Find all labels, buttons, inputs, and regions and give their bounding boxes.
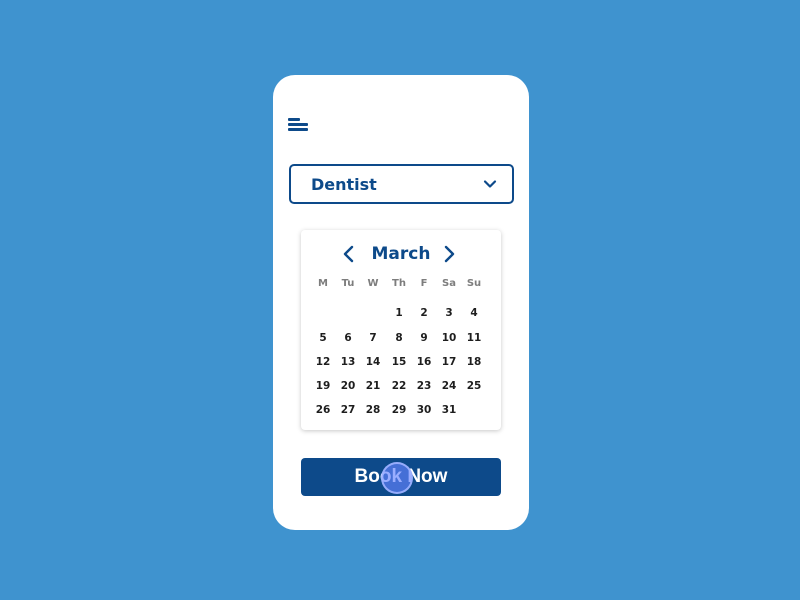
calendar-month: March xyxy=(371,244,431,264)
calendar-day[interactable]: 25 xyxy=(462,379,486,393)
calendar-day[interactable]: 24 xyxy=(437,379,461,393)
phone-frame: Dentist March M Tu W Th F Sa Su 1 2 3 4 5 6 7 8 9 10 11 12… xyxy=(273,75,529,530)
calendar-day[interactable]: 17 xyxy=(437,355,461,369)
calendar-day[interactable]: 12 xyxy=(311,355,335,369)
calendar-day[interactable]: 27 xyxy=(336,403,360,417)
weekday-label: Tu xyxy=(341,278,355,289)
calendar-day[interactable]: 20 xyxy=(336,379,360,393)
hamburger-menu-icon[interactable] xyxy=(288,118,308,132)
calendar-day[interactable]: 4 xyxy=(462,306,486,320)
weekday-label: M xyxy=(318,278,328,289)
calendar-day[interactable]: 8 xyxy=(387,331,411,345)
calendar-header: March xyxy=(301,242,501,266)
calendar-day[interactable]: 1 xyxy=(387,306,411,320)
service-select-value: Dentist xyxy=(311,174,377,194)
calendar-day[interactable]: 16 xyxy=(412,355,436,369)
calendar-day[interactable]: 28 xyxy=(361,403,385,417)
calendar-day[interactable]: 23 xyxy=(412,379,436,393)
touch-indicator xyxy=(381,462,413,494)
chevron-down-icon xyxy=(483,180,497,188)
calendar-day[interactable]: 5 xyxy=(311,331,335,345)
chevron-right-icon[interactable] xyxy=(443,245,457,263)
calendar-day[interactable]: 30 xyxy=(412,403,436,417)
chevron-left-icon[interactable] xyxy=(341,245,355,263)
calendar-day[interactable]: 29 xyxy=(387,403,411,417)
weekday-label: Su xyxy=(466,278,482,289)
calendar-day[interactable]: 11 xyxy=(462,331,486,345)
weekday-label: W xyxy=(367,278,379,289)
calendar-day[interactable]: 7 xyxy=(361,331,385,345)
weekday-label: F xyxy=(420,278,428,289)
calendar-day[interactable]: 3 xyxy=(437,306,461,320)
calendar-day[interactable]: 10 xyxy=(437,331,461,345)
calendar-day[interactable]: 15 xyxy=(387,355,411,369)
calendar-day[interactable]: 13 xyxy=(336,355,360,369)
weekday-label: Sa xyxy=(442,278,456,289)
calendar-day[interactable]: 9 xyxy=(412,331,436,345)
calendar-day[interactable]: 22 xyxy=(387,379,411,393)
calendar-day[interactable]: 31 xyxy=(437,403,461,417)
calendar-day[interactable]: 26 xyxy=(311,403,335,417)
weekday-label: Th xyxy=(392,278,406,289)
calendar-day[interactable]: 21 xyxy=(361,379,385,393)
calendar-day[interactable]: 19 xyxy=(311,379,335,393)
calendar-day[interactable]: 18 xyxy=(462,355,486,369)
calendar-day[interactable]: 2 xyxy=(412,306,436,320)
calendar: March M Tu W Th F Sa Su 1 2 3 4 5 6 7 8 9 10 11 12 13 14 15 16… xyxy=(301,230,501,430)
calendar-day[interactable]: 14 xyxy=(361,355,385,369)
service-select[interactable]: Dentist xyxy=(289,164,514,204)
calendar-day[interactable]: 6 xyxy=(336,331,360,345)
